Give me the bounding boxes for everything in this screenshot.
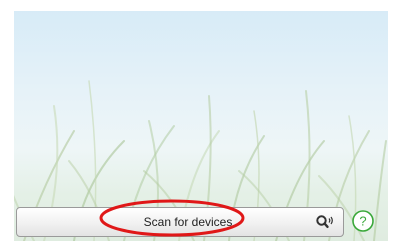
scan-for-devices-button[interactable]: Scan for devices [16,207,344,237]
app-screen: Scan for devices ? [14,11,388,241]
bottom-toolbar: Scan for devices ? [14,199,388,241]
search-sound-icon [316,215,333,229]
help-symbol: ? [359,214,366,229]
help-circle-icon[interactable]: ? [351,209,375,233]
scan-button-label: Scan for devices [143,215,233,229]
